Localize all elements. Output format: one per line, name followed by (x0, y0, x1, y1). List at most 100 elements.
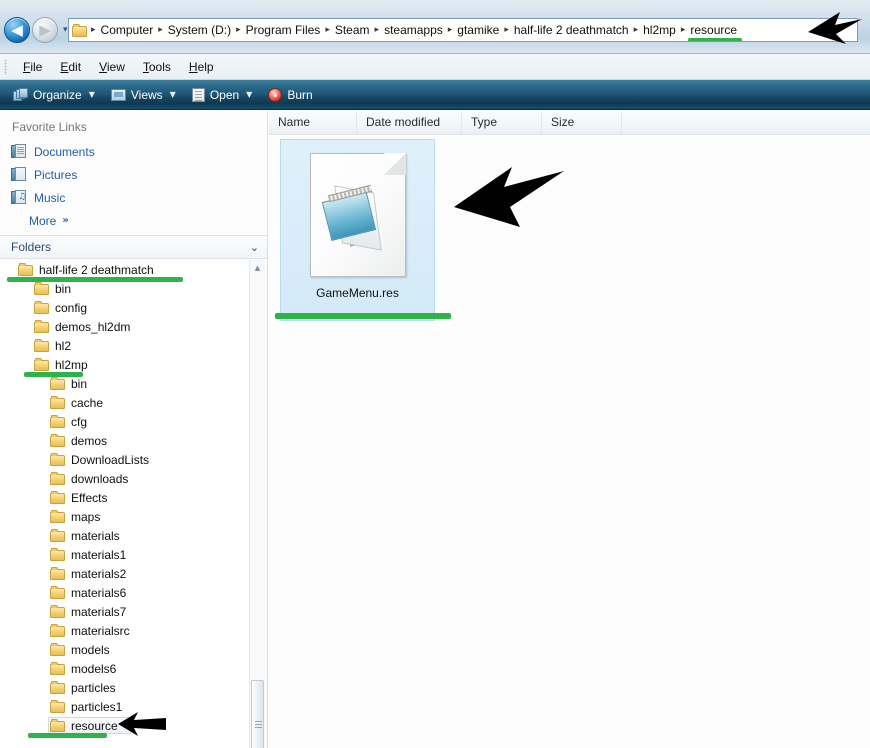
breadcrumb-item-system-d-[interactable]: System (D:) (165, 22, 234, 38)
tree-item-maps[interactable]: maps (0, 507, 267, 526)
breadcrumb-separator-icon: ▸ (236, 25, 241, 35)
tree-item-materials2[interactable]: materials2 (0, 564, 267, 583)
file-item[interactable]: GameMenu.res (280, 139, 435, 321)
menu-item-tools[interactable]: Tools (134, 57, 180, 77)
folder-icon (50, 662, 65, 675)
scroll-up-icon[interactable]: ▲ (250, 260, 265, 276)
burn-disc-icon (268, 87, 283, 102)
folder-icon (34, 301, 49, 314)
folders-section-header[interactable]: Folders ⌄ (0, 235, 267, 259)
breadcrumb-item-computer[interactable]: Computer (98, 22, 157, 38)
breadcrumb-item-gtamike[interactable]: gtamike (454, 22, 502, 38)
tree-item-models[interactable]: models (0, 640, 267, 659)
open-file-icon (191, 87, 205, 102)
tree-item-demos[interactable]: demos (0, 431, 267, 450)
tree-item-label: half-life 2 deathmatch (39, 262, 154, 277)
favorite-link-documents[interactable]: Documents (0, 140, 267, 163)
folder-tree-scrollbar[interactable]: ▲ (249, 260, 265, 748)
menu-item-edit[interactable]: Edit (51, 57, 90, 77)
breadcrumb-item-resource[interactable]: resource (687, 22, 742, 41)
back-button[interactable]: ◀ (4, 17, 30, 43)
history-dropdown-icon[interactable]: ▾ (63, 25, 68, 35)
chevron-down-icon: ▼ (246, 90, 253, 99)
tree-item-effects[interactable]: Effects (0, 488, 267, 507)
views-button[interactable]: Views ▼ (106, 84, 181, 106)
tree-item-half-life-2-deathmatch[interactable]: half-life 2 deathmatch (0, 260, 267, 282)
folder-icon (34, 358, 49, 371)
notepad-file-icon (309, 153, 406, 277)
address-bar[interactable]: ▸ Computer ▸ System (D:) ▸ Program Files ▸ Stea… (68, 18, 858, 42)
menu-grip-handle[interactable] (4, 59, 7, 75)
tree-item-label: hl2mp (55, 357, 88, 372)
breadcrumb-item-steamapps[interactable]: steamapps (381, 22, 446, 38)
tree-item-materialsrc[interactable]: materialsrc (0, 621, 267, 640)
tree-item-downloads[interactable]: downloads (0, 469, 267, 488)
organize-button[interactable]: Organize ▼ (8, 84, 100, 106)
breadcrumb-item-hl2mp[interactable]: hl2mp (640, 22, 679, 38)
column-header-name[interactable]: Name (269, 111, 357, 134)
tree-item-label: demos_hl2dm (55, 319, 131, 334)
navigation-pane: Favorite Links Documents Pictures ♫ Music M… (0, 111, 268, 748)
breadcrumb-separator-icon: ▸ (374, 25, 380, 35)
organize-label: Organize (33, 87, 82, 102)
tree-item-materials6[interactable]: materials6 (0, 583, 267, 602)
tree-item-label: cfg (71, 414, 88, 429)
tree-item-materials[interactable]: materials (0, 526, 267, 545)
tree-item-particles1[interactable]: particles1 (0, 697, 267, 716)
tree-item-label: materials2 (71, 566, 127, 581)
tree-item-downloadlists[interactable]: DownloadLists (0, 450, 267, 469)
tree-item-label: models (71, 642, 110, 657)
chevron-down-icon: ⌄ (249, 240, 259, 254)
burn-button[interactable]: Burn (263, 84, 317, 106)
pictures-icon (11, 167, 27, 182)
favorite-link-pictures[interactable]: Pictures (0, 163, 267, 186)
tree-item-particles[interactable]: particles (0, 678, 267, 697)
column-header-type[interactable]: Type (462, 111, 542, 134)
folder-icon (50, 605, 65, 618)
more-links-button[interactable]: More » (0, 209, 267, 232)
breadcrumb-item-half-life-2-deathmatch[interactable]: half-life 2 deathmatch (511, 22, 632, 38)
folder-icon (50, 586, 65, 599)
tree-item-label: bin (55, 281, 72, 296)
tree-item-models6[interactable]: models6 (0, 659, 267, 678)
forward-arrow-icon: ▶ (39, 20, 51, 39)
menu-item-file[interactable]: File (14, 57, 51, 77)
green-highlight-underline (24, 372, 83, 377)
tree-item-cache[interactable]: cache (0, 393, 267, 412)
folder-icon (50, 529, 65, 542)
folder-icon (50, 719, 65, 732)
scrollbar-thumb[interactable] (251, 680, 264, 748)
open-button[interactable]: Open ▼ (187, 84, 258, 106)
menu-item-help[interactable]: Help (180, 57, 223, 77)
column-header-size[interactable]: Size (542, 111, 622, 134)
folder-icon (34, 320, 49, 333)
views-label: Views (130, 87, 163, 102)
tree-item-config[interactable]: config (0, 298, 267, 317)
tree-item-materials1[interactable]: materials1 (0, 545, 267, 564)
tree-item-label: materials1 (71, 547, 127, 562)
breadcrumb-item-steam[interactable]: Steam (332, 22, 373, 38)
breadcrumb-item-program-files[interactable]: Program Files (243, 22, 324, 38)
tree-item-label: hl2 (55, 338, 72, 353)
tree-item-resource[interactable]: resource (0, 716, 267, 738)
folder-icon (50, 700, 65, 713)
forward-button[interactable]: ▶ (32, 17, 58, 43)
column-header-date-modified[interactable]: Date modified (357, 111, 462, 134)
tree-item-label: materials7 (71, 604, 127, 619)
tree-item-materials7[interactable]: materials7 (0, 602, 267, 621)
breadcrumb-separator-icon: ▸ (680, 25, 686, 35)
breadcrumb-separator-icon: ▸ (447, 25, 453, 35)
tree-item-label: resource (71, 718, 118, 733)
menu-item-view[interactable]: View (90, 57, 134, 77)
tree-item-demos-hl2dm[interactable]: demos_hl2dm (0, 317, 267, 336)
folders-title: Folders (11, 240, 52, 254)
tree-item-label: DownloadLists (71, 452, 150, 467)
favorite-link-music[interactable]: ♫ Music (0, 186, 267, 209)
tree-item-hl2mp[interactable]: hl2mp (0, 355, 267, 377)
tree-item-hl2[interactable]: hl2 (0, 336, 267, 355)
favorite-link-label: Pictures (34, 167, 78, 182)
menu-bar: File Edit View Tools Help (0, 54, 870, 80)
chevron-down-icon: ▼ (88, 90, 95, 99)
tree-item-cfg[interactable]: cfg (0, 412, 267, 431)
green-highlight-underline (7, 277, 183, 282)
